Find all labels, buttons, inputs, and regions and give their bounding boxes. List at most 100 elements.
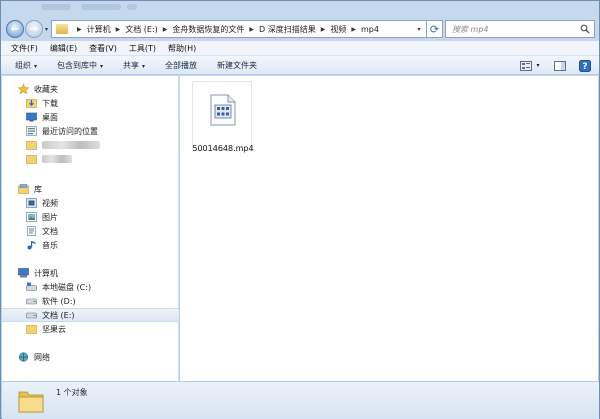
address-bar[interactable]: ▶ 计算机 ▶ 文档 (E:) ▶ 金舟数据恢复的文件 ▶ D 深度扫描结果 ▶… [51, 20, 427, 38]
system-drive-icon [26, 282, 37, 291]
svg-text:?: ? [582, 62, 587, 72]
search-input[interactable] [452, 24, 572, 34]
forward-button[interactable]: → [25, 20, 43, 38]
menu-edit[interactable]: 编辑(E) [50, 43, 77, 54]
nav-item-desktop[interactable]: 桌面 [2, 110, 179, 124]
media-file-icon [210, 94, 236, 126]
documents-library-icon [27, 226, 36, 236]
forward-arrow-icon: → [29, 23, 39, 35]
nav-item-hidden-2[interactable] [2, 152, 179, 166]
nav-item-drive-e[interactable]: 文档 (E:) [2, 308, 179, 322]
view-options-button[interactable] [519, 58, 533, 73]
explorer-window: ← → ▾ ▶ 计算机 ▶ 文档 (E:) ▶ 金舟数据恢复的文件 ▶ D 深度… [0, 0, 600, 419]
nav-item-pictures[interactable]: 图片 [2, 210, 179, 224]
folder-icon [26, 155, 37, 164]
chevron-right-icon[interactable]: ▶ [321, 26, 326, 33]
address-dropdown[interactable]: ▾ [411, 20, 427, 38]
help-icon: ? [579, 59, 591, 72]
nav-item-downloads[interactable]: 下载 [2, 96, 179, 110]
nav-item-label: 视频 [42, 198, 58, 208]
star-icon [18, 84, 29, 94]
nav-item-recent-places[interactable]: 最近访问的位置 [2, 124, 179, 138]
nav-item-label: 最近访问的位置 [42, 126, 98, 136]
nav-libraries[interactable]: 库 [2, 182, 179, 196]
nav-item-label: 桌面 [42, 112, 58, 122]
refresh-button[interactable]: ⟳ [427, 20, 443, 38]
nav-libraries-label: 库 [34, 184, 42, 194]
share-label: 共享 [123, 60, 140, 70]
preview-pane-icon [554, 60, 566, 71]
chevron-right-icon[interactable]: ▶ [163, 26, 168, 33]
chevron-right-icon[interactable]: ▶ [77, 26, 82, 33]
chevron-right-icon[interactable]: ▶ [249, 26, 254, 33]
breadcrumb-recovered-files[interactable]: 金舟数据恢复的文件 [172, 24, 244, 35]
breadcrumb-drive-e[interactable]: 文档 (E:) [125, 24, 158, 35]
nav-item-music[interactable]: 音乐 [2, 238, 179, 252]
details-pane: 1 个对象 [2, 381, 599, 419]
nav-favorites[interactable]: 收藏夹 [2, 82, 179, 96]
drive-icon [26, 298, 37, 305]
view-dropdown[interactable]: ▾ [534, 58, 542, 73]
play-all-button[interactable]: 全部播放 [165, 60, 197, 71]
chevron-right-icon[interactable]: ▶ [116, 26, 121, 33]
nav-item-hidden-1[interactable] [2, 138, 179, 152]
nav-item-nutstore[interactable]: 坚果云 [2, 322, 179, 336]
music-library-icon [27, 241, 36, 250]
search-icon[interactable] [580, 24, 590, 34]
folder-icon [18, 391, 44, 413]
blurred-label [42, 155, 72, 163]
nav-item-drive-c[interactable]: 本地磁盘 (C:) [2, 280, 179, 294]
organize-label: 组织 [15, 60, 31, 70]
nav-item-label: 文档 [42, 226, 58, 236]
back-button[interactable]: ← [6, 20, 24, 38]
nav-item-label: 本地磁盘 (C:) [42, 282, 92, 292]
menu-help[interactable]: 帮助(H) [168, 43, 196, 54]
caret-down-icon: ▾ [142, 62, 146, 70]
chevron-right-icon[interactable]: ▶ [351, 26, 356, 33]
organize-button[interactable]: 组织 ▾ [15, 60, 37, 71]
nav-computer[interactable]: 计算机 [2, 266, 179, 280]
view-icon [520, 60, 532, 71]
help-button[interactable]: ? [578, 58, 592, 73]
nav-item-label: 图片 [42, 212, 58, 222]
caret-down-icon: ▾ [34, 62, 38, 70]
menu-file[interactable]: 文件(F) [11, 43, 38, 54]
folder-icon [26, 141, 37, 150]
share-button[interactable]: 共享 ▾ [123, 60, 145, 71]
breadcrumb-video[interactable]: 视频 [330, 24, 346, 35]
folder-icon [56, 24, 68, 34]
preview-pane-button[interactable] [553, 58, 567, 73]
recent-pages-dropdown[interactable]: ▾ [45, 26, 48, 33]
nav-network[interactable]: 网络 [2, 350, 179, 364]
video-library-icon [26, 198, 37, 208]
menu-bar: 文件(F) 编辑(E) 查看(V) 工具(T) 帮助(H) [1, 41, 599, 56]
breadcrumb-mp4[interactable]: mp4 [361, 25, 379, 34]
file-list-pane: 50014648.mp4 [180, 76, 598, 381]
folder-icon [26, 325, 37, 334]
nav-favorites-label: 收藏夹 [34, 84, 58, 94]
refresh-icon: ⟳ [429, 22, 440, 36]
breadcrumb-computer[interactable]: 计算机 [87, 24, 111, 35]
nav-item-videos[interactable]: 视频 [2, 196, 179, 210]
computer-icon [18, 268, 29, 278]
include-in-library-button[interactable]: 包含到库中 ▾ [57, 60, 103, 71]
file-item[interactable]: 50014648.mp4 [192, 81, 254, 153]
command-bar: 组织 ▾ 包含到库中 ▾ 共享 ▾ 全部播放 新建文件夹 ▾ ? [1, 56, 599, 75]
navigation-pane: 收藏夹 下载 桌面 最近访问的位置 库 视频 图片 文档 音乐 计算机 本地磁盘… [2, 76, 179, 381]
breadcrumb-deep-scan[interactable]: D 深度扫描结果 [259, 24, 316, 35]
desktop-icon [26, 112, 37, 122]
menu-tools[interactable]: 工具(T) [129, 43, 156, 54]
menu-view[interactable]: 查看(V) [89, 43, 117, 54]
nav-item-label: 文档 (E:) [42, 310, 75, 320]
search-box[interactable] [445, 20, 595, 38]
nav-network-label: 网络 [34, 352, 50, 362]
drive-icon [26, 312, 37, 319]
file-name: 50014648.mp4 [192, 144, 254, 153]
nav-item-label: 坚果云 [42, 324, 66, 334]
nav-item-documents[interactable]: 文档 [2, 224, 179, 238]
nav-item-drive-d[interactable]: 软件 (D:) [2, 294, 179, 308]
new-folder-button[interactable]: 新建文件夹 [217, 60, 257, 71]
nav-item-label: 软件 (D:) [42, 296, 76, 306]
item-count: 1 个对象 [56, 388, 88, 397]
title-strip [1, 1, 599, 17]
